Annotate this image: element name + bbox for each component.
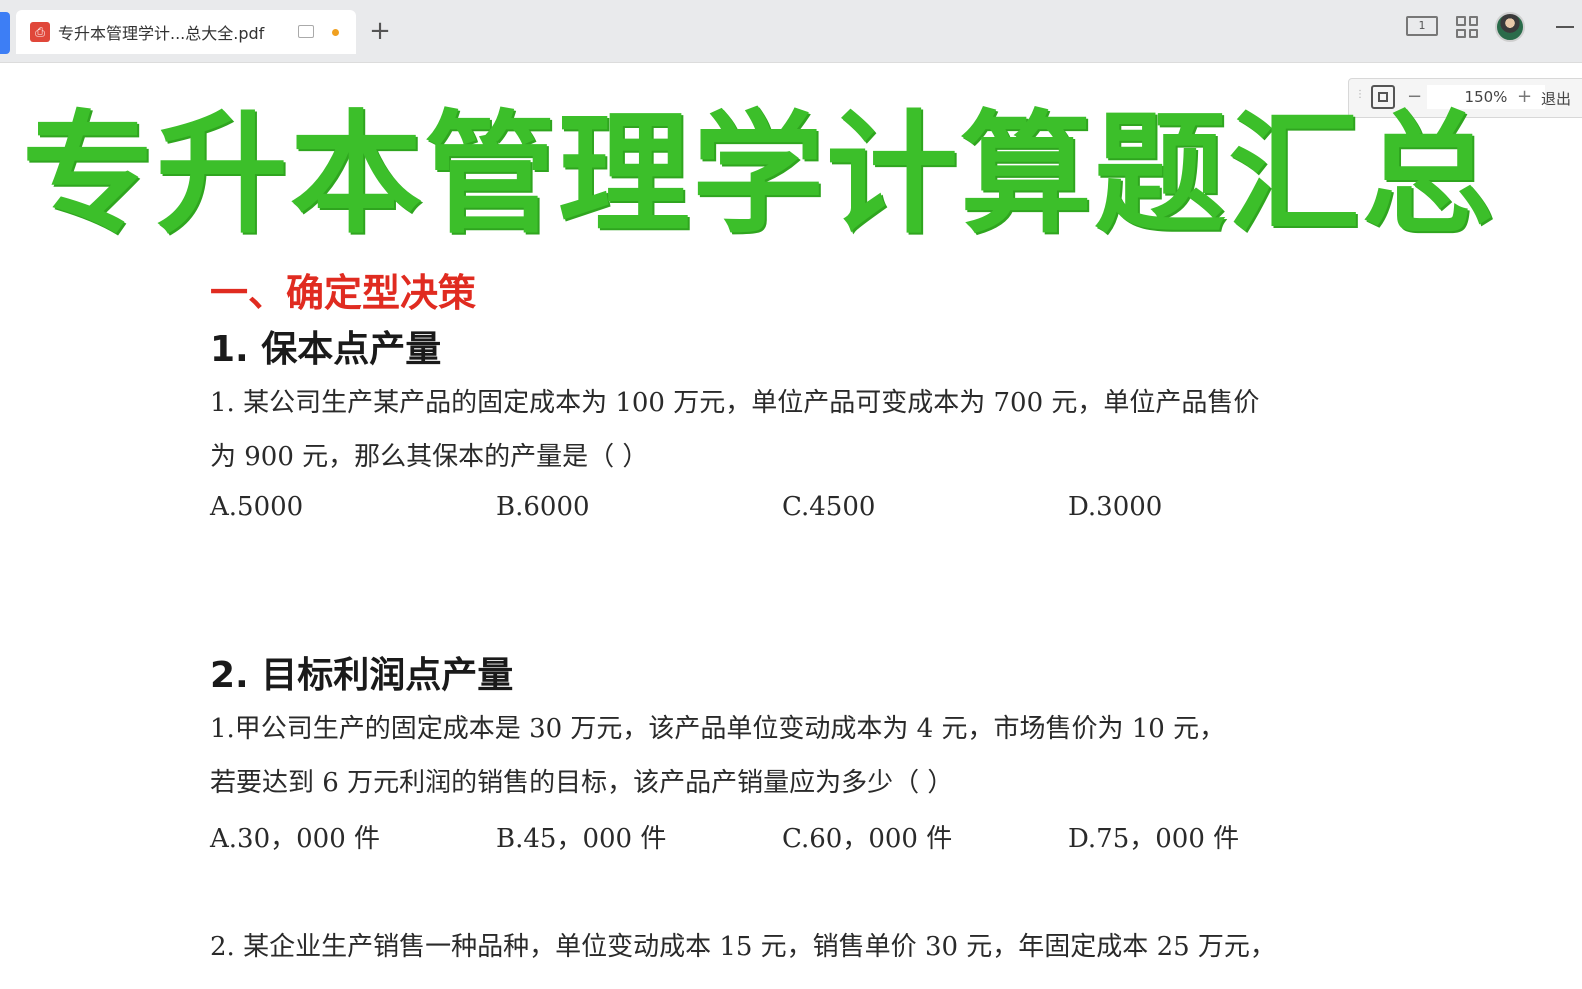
option-c: C.4500	[782, 492, 876, 522]
reading-layout-icon[interactable]: 1	[1406, 16, 1438, 36]
document-tab[interactable]: ⎙ 专升本管理学计...总大全.pdf	[16, 10, 356, 54]
tab-title: 专升本管理学计...总大全.pdf	[58, 24, 265, 43]
section-heading: 一、确定型决策	[210, 270, 477, 315]
option-c: C.60，000 件	[782, 824, 953, 854]
unsaved-dot-icon	[332, 29, 339, 36]
pdf-icon: ⎙	[30, 22, 50, 42]
option-a: A.5000	[210, 492, 304, 522]
exit-button[interactable]: 退出	[1541, 88, 1571, 109]
question-heading-1: 1. 保本点产量	[210, 329, 442, 370]
avatar[interactable]	[1495, 12, 1525, 42]
option-d: D.3000	[1068, 492, 1163, 522]
document-title: 专升本管理学计算题汇总	[22, 98, 1496, 252]
question-text: 1. 某公司生产某产品的固定成本为 100 万元，单位产品可变成本为 700 元…	[210, 388, 1260, 418]
new-tab-button[interactable]: +	[368, 16, 392, 46]
minimize-icon[interactable]	[1556, 26, 1574, 28]
option-a: A.30，000 件	[210, 824, 381, 854]
question-text: 若要达到 6 万元利润的销售的目标，该产品产销量应为多少（ ）	[210, 768, 954, 798]
question-text: 为 900 元，那么其保本的产量是（ ）	[210, 442, 649, 472]
question-text: 2. 某企业生产销售一种品种，单位变动成本 15 元，销售单价 30 元，年固定…	[210, 932, 1276, 962]
zoom-in-button[interactable]: +	[1517, 86, 1532, 107]
option-b: B.45，000 件	[496, 824, 667, 854]
option-d: D.75，000 件	[1068, 824, 1240, 854]
screen-icon[interactable]	[298, 25, 314, 38]
tab-bar: ⎙ 专升本管理学计...总大全.pdf + 1	[0, 0, 1582, 63]
option-b: B.6000	[496, 492, 590, 522]
question-heading-2: 2. 目标利润点产量	[210, 655, 514, 696]
grid-view-icon[interactable]	[1456, 16, 1478, 38]
sidebar-toggle[interactable]	[0, 12, 10, 54]
question-text: 1.甲公司生产的固定成本是 30 万元，该产品单位变动成本为 4 元，市场售价为…	[210, 714, 1226, 744]
